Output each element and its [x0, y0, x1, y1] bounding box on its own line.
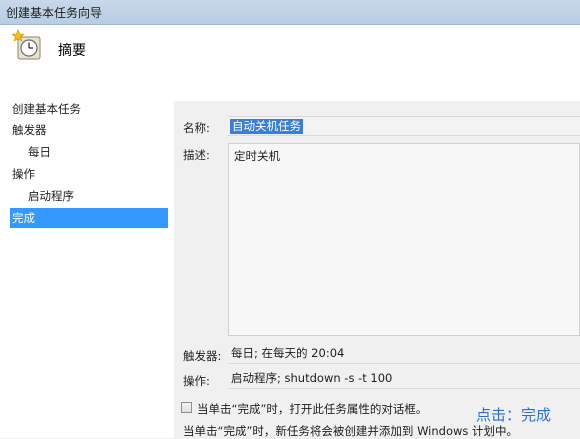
- window-title: 创建基本任务向导: [6, 6, 103, 20]
- nav-item-action[interactable]: 操作: [12, 164, 35, 184]
- clock-star-icon: [12, 29, 41, 60]
- title-bar: 创建基本任务向导: [0, 0, 580, 25]
- action-label: 操作:: [183, 374, 210, 388]
- annotation-click-finish: 点击：完成: [476, 406, 552, 424]
- nav-item-create-basic-task[interactable]: 创建基本任务: [12, 99, 81, 119]
- description-label: 描述:: [183, 148, 210, 162]
- name-value: 自动关机任务: [230, 119, 303, 134]
- name-label: 名称:: [183, 121, 210, 135]
- name-field[interactable]: 自动关机任务: [228, 116, 580, 136]
- finish-note: 当单击“完成”时，新任务将会被创建并添加到 Windows 计划中。: [183, 424, 519, 438]
- open-properties-checkbox[interactable]: [181, 402, 192, 413]
- description-field[interactable]: 定时关机: [228, 143, 580, 336]
- wizard-header: 摘要: [0, 25, 580, 102]
- page-title: 摘要: [58, 43, 86, 59]
- trigger-label: 触发器:: [183, 349, 222, 363]
- nav-item-finish[interactable]: 完成: [10, 208, 168, 228]
- trigger-value: 每日; 在每天的 20:04: [228, 342, 580, 364]
- open-properties-label[interactable]: 当单击“完成”时，打开此任务属性的对话框。: [197, 401, 427, 417]
- wizard-nav: 创建基本任务 触发器 每日 操作 启动程序 完成: [0, 101, 174, 438]
- description-value: 定时关机: [234, 149, 280, 163]
- action-value: 启动程序; shutdown -s -t 100: [228, 367, 580, 389]
- nav-item-daily[interactable]: 每日: [28, 142, 51, 162]
- nav-item-start-program[interactable]: 启动程序: [28, 186, 74, 206]
- nav-item-trigger[interactable]: 触发器: [12, 120, 47, 140]
